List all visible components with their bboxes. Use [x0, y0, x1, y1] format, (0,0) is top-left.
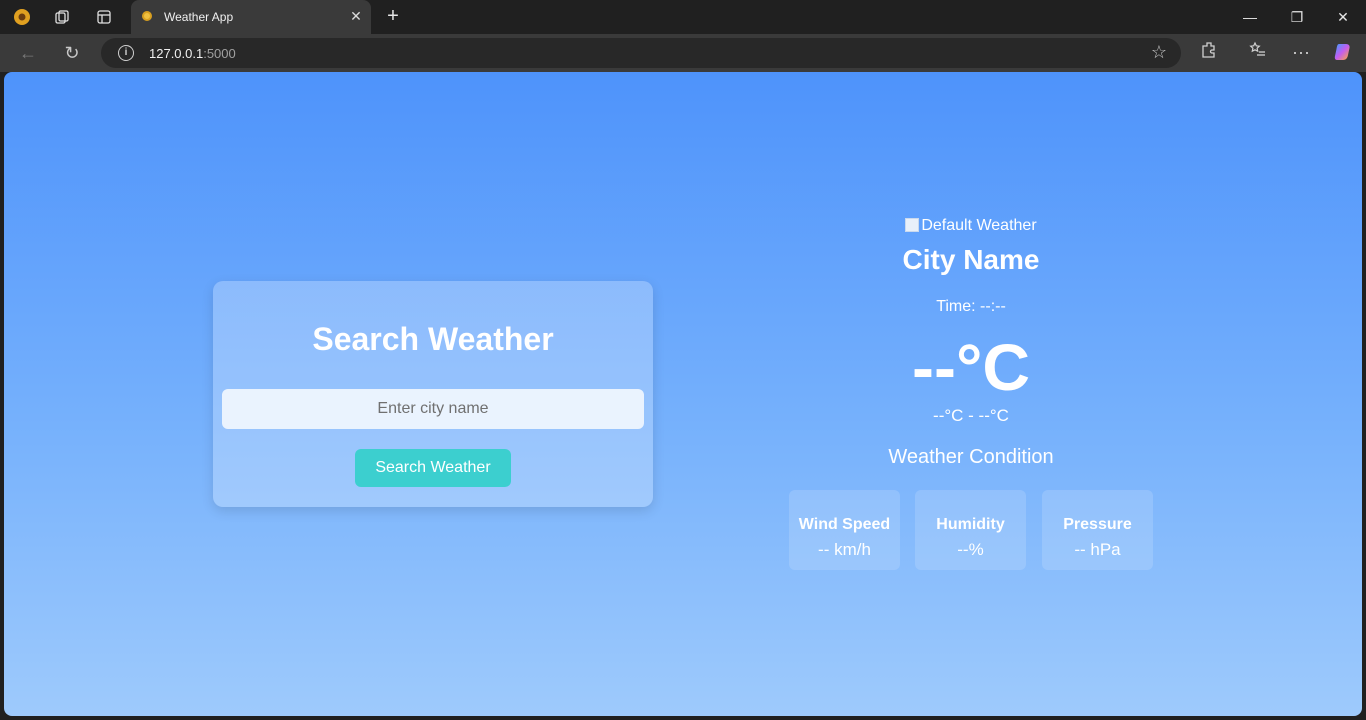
- favicon-icon: [142, 11, 152, 21]
- city-search-input[interactable]: [222, 389, 644, 429]
- address-bar[interactable]: i 127.0.0.1:5000 ☆: [101, 38, 1181, 68]
- weather-condition: Weather Condition: [888, 446, 1054, 468]
- workspaces-icon[interactable]: [52, 7, 72, 27]
- extensions-icon[interactable]: [1197, 41, 1221, 65]
- tab-actions-icon[interactable]: [94, 7, 114, 27]
- stat-label: Wind Speed: [798, 516, 891, 533]
- temperature-range: --°C - --°C: [933, 406, 1009, 425]
- wind-speed-card: Wind Speed -- km/h: [789, 490, 900, 570]
- profile-icon[interactable]: [12, 7, 32, 27]
- url-text[interactable]: 127.0.0.1:5000: [149, 46, 236, 61]
- site-info-icon[interactable]: i: [118, 45, 134, 61]
- temperature: --°C: [911, 330, 1030, 404]
- stat-label: Humidity: [936, 516, 1005, 533]
- close-window-button[interactable]: ✕: [1331, 6, 1355, 28]
- browser-tab-strip: Weather App ✕ + — ❐ ✕: [0, 0, 1366, 34]
- humidity-card: Humidity --%: [915, 490, 1026, 570]
- page-viewport: Search Weather Search Weather Default We…: [4, 72, 1362, 716]
- search-weather-button[interactable]: Search Weather: [355, 449, 511, 487]
- stat-label: Pressure: [1063, 516, 1132, 533]
- more-menu-icon[interactable]: ⋯: [1289, 41, 1313, 65]
- stat-value: -- km/h: [818, 540, 871, 559]
- close-tab-icon[interactable]: ✕: [349, 9, 363, 23]
- search-title: Search Weather: [312, 321, 554, 357]
- url-port: :5000: [203, 46, 236, 61]
- tab-weather-app[interactable]: Weather App ✕: [131, 0, 371, 34]
- local-time: Time: --:--: [936, 298, 1006, 315]
- broken-image-icon: [905, 218, 920, 232]
- stat-value: -- hPa: [1074, 540, 1121, 559]
- restore-button[interactable]: ❐: [1285, 6, 1309, 28]
- tab-title: Weather App: [164, 10, 234, 24]
- stat-value: --%: [957, 540, 984, 559]
- back-button[interactable]: ←: [16, 41, 40, 65]
- weather-image-alt: Default Weather: [921, 217, 1037, 234]
- reload-button[interactable]: ↻: [60, 41, 84, 65]
- favorites-icon[interactable]: [1246, 41, 1270, 65]
- url-host: 127.0.0.1: [149, 46, 204, 61]
- copilot-icon[interactable]: [1332, 41, 1356, 65]
- minimize-button[interactable]: —: [1238, 6, 1262, 28]
- weather-image: Default Weather: [771, 217, 1171, 235]
- city-name: City Name: [902, 244, 1040, 275]
- search-card: Search Weather Search Weather: [213, 281, 653, 507]
- pressure-card: Pressure -- hPa: [1042, 490, 1153, 570]
- browser-toolbar: ← ↻ i 127.0.0.1:5000 ☆ ⋯: [0, 34, 1366, 72]
- new-tab-button[interactable]: +: [382, 6, 404, 28]
- favorite-star-icon[interactable]: ☆: [1151, 42, 1167, 63]
